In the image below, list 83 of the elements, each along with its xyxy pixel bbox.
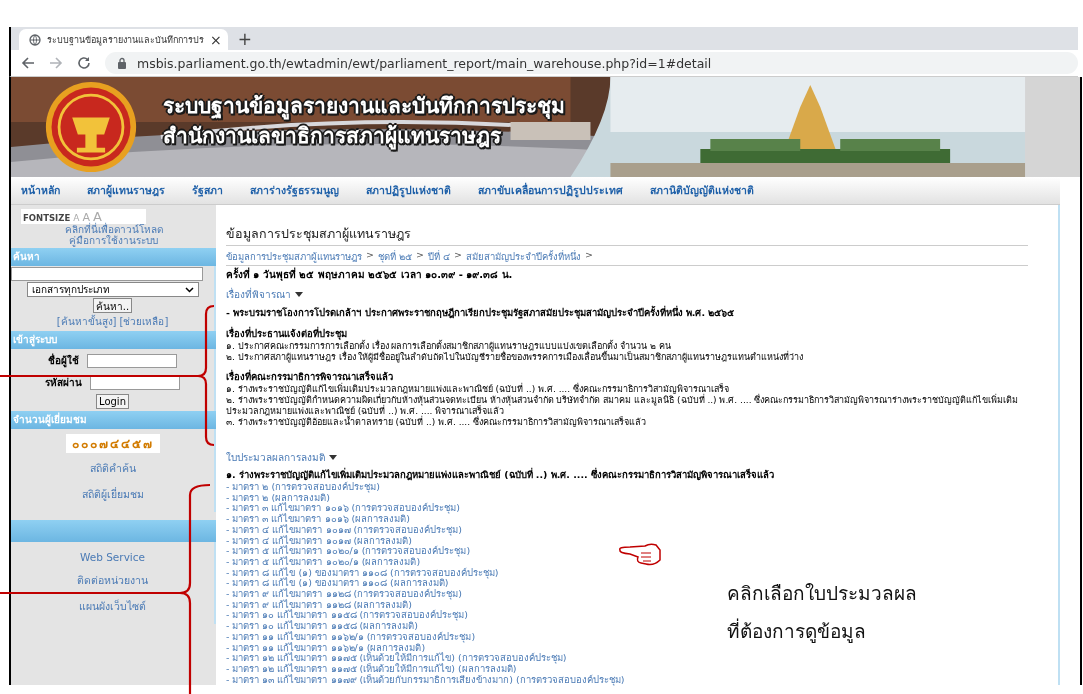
manual-download-link[interactable]: คู่มือการใช้งานระบบ	[69, 235, 158, 246]
lock-icon	[117, 57, 127, 69]
search-help-link[interactable]: [ค้นหาขั้นสูง]	[56, 314, 117, 329]
vote-result-link[interactable]: - มาตรา ๒ (ผลการลงมติ)	[226, 491, 330, 503]
agenda-item: ๑. ร่างพระราชบัญญัติแก้ไขเพิ่มเติมประมวลกฎหมายแพ่งและพาณิชย์ (ฉบับที่ ..) พ.ศ. .... ซึ่งคณะกรรมาธิการวิสามัญพิจารณาเสร็จ	[226, 384, 730, 394]
vote-result-link[interactable]: - มาตรา ๑๐ แก้ไขมาตรา ๑๑๕๘ (ผลการลงมติ)	[226, 620, 418, 632]
statistics-link[interactable]: สถิติคำค้น	[89, 456, 136, 481]
vote-result-link[interactable]: - มาตรา ๓ แก้ไขมาตรา ๑๐๑๖ (การตรวจสอบองค์ประชุม)	[226, 502, 460, 514]
vote-result-link[interactable]: - มาตรา ๑๐ แก้ไขมาตรา ๑๑๕๘ (การตรวจสอบองค์ประชุม)	[226, 609, 468, 621]
username-label: ชื่อผู้ใช้	[48, 353, 79, 368]
nav-link[interactable]: สภาร่างรัฐธรรมนูญ	[250, 182, 339, 199]
section-header: เข้าสู่ระบบ	[11, 331, 216, 349]
password-label: รหัสผ่าน	[45, 376, 82, 390]
fontsize-label: FONTSIZE	[23, 213, 71, 223]
pointing-hand-icon	[618, 543, 661, 566]
search-field[interactable]	[11, 267, 203, 281]
nav-link[interactable]: หน้าหลัก	[21, 182, 60, 199]
section-toggle[interactable]: เรื่องที่พิจารณา	[226, 287, 303, 302]
agenda-item: ๓. ร่างพระราชบัญญัติอ้อยและน้ำตาลทราย (ฉบับที่ ..) พ.ศ. .... ซึ่งคณะกรรมาธิการวิสามัญพิจารณาเสร็จแล้ว	[226, 417, 647, 428]
section-header: จำนวนผู้เยี่ยมชม	[11, 411, 216, 429]
vote-result-link[interactable]: - มาตรา ๔ แก้ไขมาตรา ๑๐๑๗ (การตรวจสอบองค์ประชุม)	[226, 523, 462, 535]
vote-result-link[interactable]: - มาตรา ๙ แก้ไขมาตรา ๑๑๒๘ (ผลการลงมติ)	[226, 598, 412, 610]
section-toggle[interactable]: ใบประมวลผลการลงมติ	[226, 450, 337, 465]
site-title: สำนักงานเลขาธิการสภาผู้แทนราษฎร	[163, 123, 502, 151]
agenda-item: ๒. ประกาศสภาผู้แทนราษฎร เรื่อง ให้ผู้มีชื่ออยู่ในลำดับถัดไปในบัญชีรายชื่อของพรรคการเมืองเลื่อนขึ้นมาเป็นสมาชิกสภาผู้แทนราษฎรแทนตำแหน่งที่ว่าง	[226, 352, 805, 363]
nav-link[interactable]: สภาผู้แทนราษฎร	[87, 182, 165, 199]
bill-title: ๑. ร่างพระราชบัญญัติแก้ไขเพิ่มเติมประมวลกฎหมายแพ่งและพาณิชย์ (ฉบับที่ ..) พ.ศ. .... ซึ่งคณะกรรมาธิการวิสามัญพิจารณาเสร็จแล้ว	[226, 467, 775, 481]
vote-result-link[interactable]: - มาตรา ๑๑ แก้ไขมาตรา ๑๑๖๒/๑ (การตรวจสอบองค์ประชุม)	[226, 630, 476, 642]
breadcrumb-separator: >	[416, 249, 424, 262]
login-button[interactable]: Login	[96, 394, 129, 409]
instruction-text: ที่ต้องการดูข้อมูล	[727, 617, 867, 645]
search-help-link[interactable]: [ช่วยเหลือ]	[119, 314, 169, 329]
meeting-title: ครั้งที่ ๑ วันพุธที่ ๒๕ พฤษภาคม ๒๕๖๕ เวลา ๑๐.๓๙ - ๑๙.๓๘ น.	[226, 267, 514, 282]
breadcrumb-link[interactable]: ข้อมูลการประชุมสภาผู้แทนราษฎร	[226, 249, 362, 264]
nav-link[interactable]: สภานิติบัญญัติแห่งชาติ	[650, 182, 754, 199]
username-field[interactable]	[87, 353, 177, 368]
chevron-down-icon	[184, 286, 194, 293]
vote-result-link[interactable]: - มาตรา ๘ แก้ไข (๑) ของมาตรา ๑๑๐๘ (การตรวจสอบองค์ประชุม)	[226, 566, 499, 578]
nav-link[interactable]: สภาขับเคลื่อนการปฏิรูปประเทศ	[478, 182, 623, 199]
agenda-item: ๒. ร่างพระราชบัญญัติกำหนดความผิดเกี่ยวกับห้างหุ้นส่วนจดทะเบียน ห้างหุ้นส่วนจำกัด บริษัทจำกัด สมาคม และมูลนิธิ (ฉบับที่ ..) พ.ศ. .... ซึ่งคณะกรรมาธิการวิสามัญพิจารณาร่างพระราชบัญญัติแก้ไขเพิ่มเติมประมวลกฎหมายแพ่งและพาณิชย์ (ฉบับที่ ..) พ.ศ. .... พิจารณาเสร็จแล้ว	[226, 395, 1020, 416]
close-tab-button[interactable]: ×	[210, 31, 222, 48]
statistics-link[interactable]: สถิติผู้เยี่ยมชม	[81, 482, 144, 507]
reload-icon[interactable]	[77, 56, 91, 70]
vote-result-link[interactable]: - มาตรา ๓ แก้ไขมาตรา ๑๐๑๖ (ผลการลงมติ)	[226, 513, 410, 525]
agenda-item: - พระบรมราชโองการโปรดเกล้าฯ ประกาศพระราชกฤษฎีกาเรียกประชุมรัฐสภาสมัยประชุมสามัญประจำปีครั้งที่หนึ่ง พ.ศ. ๒๕๖๕	[226, 305, 736, 320]
section-header: ค้นหา	[11, 248, 216, 266]
vote-result-link[interactable]: - มาตรา ๑๒ แก้ไขมาตรา ๑๑๗๕ (เห็นด้วยให้มีการแก้ไข) (การตรวจสอบองค์ประชุม)	[226, 652, 567, 664]
site-title: ระบบฐานข้อมูลรายงานและบันทึกการประชุม	[163, 93, 565, 121]
agenda-group-title: เรื่องที่ประธานแจ้งต่อที่ประชุม	[226, 326, 348, 340]
nav-link[interactable]: รัฐสภา	[192, 182, 223, 199]
vote-result-link[interactable]: - มาตรา ๙ แก้ไขมาตรา ๑๑๒๘ (การตรวจสอบองค์ประชุม)	[226, 588, 462, 600]
address-field[interactable]: msbis.parliament.go.th/ewtadmin/ewt/parliament_report/main_warehouse.php?id=1#detail	[105, 52, 1078, 74]
vote-result-link[interactable]: - มาตรา ๕ แก้ไขมาตรา ๑๐๒๐/๑ (ผลการลงมติ)	[226, 555, 421, 567]
nav-link[interactable]: สภาปฏิรูปแห่งชาติ	[366, 182, 451, 199]
vote-result-link[interactable]: - มาตรา ๑๓ แก้ไขมาตรา ๑๑๗๙ (เห็นด้วยกับกรรมาธิการเสียงข้างมาก) (การตรวจสอบองค์ประชุม)	[226, 673, 625, 685]
breadcrumb-link[interactable]: ปีที่ ๔	[427, 249, 450, 264]
footer-link[interactable]: ติดต่อหน่วยงาน	[77, 568, 148, 593]
breadcrumb-separator: >	[454, 249, 462, 262]
vote-result-link[interactable]: - มาตรา ๑๑ แก้ไขมาตรา ๑๑๖๒/๑ (ผลการลงมติ)	[226, 641, 426, 653]
breadcrumb-separator: >	[584, 249, 593, 262]
vote-result-link[interactable]: - มาตรา ๕ แก้ไขมาตรา ๑๐๒๐/๑ (การตรวจสอบองค์ประชุม)	[226, 545, 471, 557]
vote-result-link[interactable]: - มาตรา ๘ แก้ไข (๑) ของมาตรา ๑๑๐๘ (ผลการลงมติ)	[226, 577, 449, 589]
instruction-text: คลิกเลือกใบประมวลผล	[727, 581, 917, 606]
back-icon[interactable]	[21, 56, 35, 70]
footer-link[interactable]: แผนผังเว็บไซต์	[79, 594, 146, 619]
footer-link[interactable]: Web Service	[79, 547, 145, 567]
new-tab-button[interactable]: +	[237, 28, 252, 49]
vote-result-link[interactable]: - มาตรา ๑๒ แก้ไขมาตรา ๑๑๗๕ (เห็นด้วยให้มีการแก้ไข) (ผลการลงมติ)	[226, 662, 517, 674]
search-button[interactable]: ค้นหา..	[92, 298, 133, 313]
breadcrumb-link[interactable]: สมัยสามัญประจำปีครั้งที่หนึ่ง	[465, 249, 581, 264]
page-heading: ข้อมูลการประชุมสภาผู้แทนราษฎร	[226, 224, 1028, 246]
visitor-counter: ๐๐๐๗๔๔๕๗	[65, 434, 160, 453]
breadcrumb-link[interactable]: ชุดที่ ๒๕	[377, 249, 412, 264]
vote-result-link[interactable]: - มาตรา ๒ (การตรวจสอบองค์ประชุม)	[226, 481, 380, 492]
manual-download-link[interactable]: คลิกที่นี่เพื่อดาวน์โหลด	[64, 224, 163, 235]
vote-result-link[interactable]: - มาตรา ๔ แก้ไขมาตรา ๑๐๑๗ (ผลการลงมติ)	[226, 534, 412, 546]
browser-tab[interactable]: ระบบฐานข้อมูลรายงานและบันทึกการปร ×	[19, 29, 228, 50]
globe-icon	[29, 33, 41, 46]
tab-title: ระบบฐานข้อมูลรายงานและบันทึกการปร	[47, 33, 204, 47]
agenda-group-title: เรื่องที่คณะกรรมาธิการพิจารณาเสร็จแล้ว	[226, 369, 394, 383]
document-type-dropdown[interactable]: เอกสารทุกประเภท	[26, 282, 199, 297]
agenda-item: ๑. ประกาศคณะกรรมการการเลือกตั้ง เรื่อง ผลการเลือกตั้งสมาชิกสภาผู้แทนราษฎรแบบแบ่งเขตเลือกตั้ง จำนวน ๒ คน	[226, 341, 672, 352]
breadcrumb-separator: >	[366, 249, 374, 262]
